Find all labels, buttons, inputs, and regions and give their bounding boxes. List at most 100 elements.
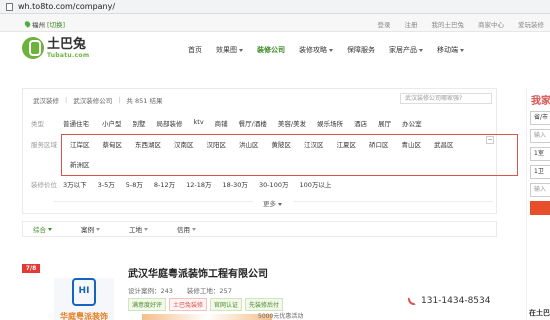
nav-item-label: 效果图	[216, 46, 237, 54]
nav-item-label: 装修攻略	[299, 46, 327, 54]
type-option[interactable]: 局部装修	[157, 118, 183, 128]
area-option[interactable]: 武昌区	[434, 139, 454, 149]
tag: 先装修后付	[245, 298, 284, 311]
type-option[interactable]: 办公室	[402, 118, 422, 128]
nav-item-label: 装修公司	[257, 46, 285, 54]
more-label: 更多	[263, 200, 276, 208]
price-option[interactable]: 18-30万	[223, 179, 248, 189]
company-phone[interactable]: 131-1434-8534	[408, 296, 490, 306]
price-option[interactable]: 5-8万	[126, 179, 143, 189]
browser-address-bar[interactable]: wh.to8to.com/company/	[0, 0, 550, 14]
breadcrumb-sep-icon: |	[65, 96, 68, 104]
nav-item-label: 首页	[188, 46, 202, 54]
site-logo[interactable]: 土巴兔 Tubatu.com	[22, 37, 89, 59]
nav-item[interactable]: 移动端	[437, 45, 464, 55]
price-option[interactable]: 100万以上	[299, 179, 331, 189]
price-option[interactable]: 12-18万	[186, 179, 211, 189]
app-link[interactable]: 爱玩装修	[518, 19, 544, 29]
area-option[interactable]: 洪山区	[239, 139, 259, 149]
nav-item[interactable]: 效果图	[216, 45, 243, 55]
area-option[interactable]: 江汉区	[304, 139, 324, 149]
area-option[interactable]: 蔡甸区	[103, 139, 123, 149]
sort-option[interactable]: 综合	[33, 224, 71, 234]
sort-option[interactable]: 工地	[129, 224, 167, 234]
sort-option-label: 工地	[129, 226, 142, 234]
logo-text-cn: 土巴兔	[47, 36, 87, 52]
type-option[interactable]: 展厅	[378, 118, 391, 128]
more-filters-button[interactable]: 更多	[263, 198, 283, 208]
register-link[interactable]: 注册	[405, 19, 418, 29]
switch-city-link[interactable]: [切换]	[47, 19, 65, 29]
breadcrumb-company[interactable]: 武汉装修公司	[73, 95, 112, 105]
company-logo[interactable]: HI 华庭粤派装饰	[54, 278, 114, 320]
url-text[interactable]: wh.to8to.com/company/	[18, 2, 115, 11]
price-option[interactable]: 3万以下	[63, 179, 87, 189]
nav-item[interactable]: 装修攻略	[299, 45, 333, 55]
price-option[interactable]: 3-5万	[98, 179, 115, 189]
city-select[interactable]: 省/市	[530, 111, 550, 125]
promo-banner	[142, 314, 272, 320]
login-link[interactable]: 登录	[378, 19, 391, 29]
nav-item[interactable]: 首页	[188, 45, 202, 55]
sort-option-label: 案例	[81, 226, 94, 234]
area-option[interactable]: 硚口区	[369, 139, 389, 149]
company-tags: 满意度好评 土巴兔装修 官网认证 先装修后付	[128, 298, 284, 311]
type-option[interactable]: 商铺	[215, 118, 228, 128]
tag: 土巴兔装修	[169, 298, 208, 311]
get-quote-button[interactable]	[530, 201, 550, 215]
merchant-center-link[interactable]: 商家中心	[478, 19, 504, 29]
type-option[interactable]: 普通住宅	[63, 118, 89, 128]
price-option[interactable]: 30-100万	[259, 179, 289, 189]
company-search-input[interactable]: 武汉装修公司哪家强?	[400, 93, 492, 104]
tag: 满意度好评	[128, 298, 167, 311]
design-cases-count: 设计案例：243	[128, 287, 173, 295]
phone-input[interactable]: 输入	[530, 183, 550, 197]
bath-select[interactable]: 1卫	[530, 165, 550, 179]
tag: 官网认证	[210, 298, 243, 311]
area-option[interactable]: 江夏区	[337, 139, 357, 149]
type-filter-label: 类型	[31, 120, 44, 128]
type-option[interactable]: 美容/美发	[278, 118, 306, 128]
area-option[interactable]: 黄陂区	[272, 139, 292, 149]
type-option[interactable]: 娱乐场所	[317, 118, 343, 128]
sidebar-footer: 在土巴兔	[529, 309, 550, 317]
area-input[interactable]: 输入	[530, 129, 550, 143]
type-option[interactable]: ktv	[194, 118, 204, 128]
nav-item[interactable]: 家居产品	[389, 45, 423, 55]
area-option[interactable]: 江岸区	[70, 139, 90, 149]
sort-option[interactable]: 信用	[177, 224, 215, 234]
type-options: 普通住宅 小户型 别墅 局部装修 ktv 商铺 餐厅/酒楼 美容/美发 娱乐场所 酒店 展厅 办公室	[63, 118, 433, 128]
divider	[293, 201, 493, 202]
type-option[interactable]: 酒店	[354, 118, 367, 128]
area-option[interactable]: 汉南区	[174, 139, 194, 149]
company-card[interactable]: 7/8 HI 华庭粤派装饰 武汉华庭粤派装饰工程有限公司 设计案例：243 装修…	[22, 256, 497, 320]
area-option[interactable]: 东西湖区	[135, 139, 161, 149]
price-options: 3万以下 3-5万 5-8万 8-12万 12-18万 18-30万 30-100万 100万…	[63, 179, 342, 189]
company-name[interactable]: 武汉华庭粤派装饰工程有限公司	[128, 265, 268, 280]
sites-count: 装修工地：257	[186, 287, 232, 295]
chevron-down-icon	[278, 203, 283, 206]
nav-item[interactable]: 装修公司	[257, 45, 285, 55]
price-option[interactable]: 8-12万	[154, 179, 175, 189]
my-account-link[interactable]: 我的土巴兔	[432, 19, 465, 29]
sort-caret-icon	[48, 227, 52, 231]
city-selector[interactable]: 福州 [切换]	[23, 19, 65, 29]
page-icon	[6, 2, 13, 11]
type-option[interactable]: 餐厅/酒楼	[239, 118, 267, 128]
type-filter-row: 类型 普通住宅 小户型 别墅 局部装修 ktv 商铺 餐厅/酒楼 美容/美发 娱乐场所 酒店 展厅 办…	[23, 118, 498, 128]
type-option[interactable]: 小户型	[102, 118, 122, 128]
breadcrumb-home[interactable]: 武汉装修	[33, 95, 59, 105]
nav-item[interactable]: 保障服务	[347, 45, 375, 55]
room-select[interactable]: 1室	[530, 147, 550, 161]
breadcrumb: 武汉装修 | 武汉装修公司 | 共 851 结果	[33, 95, 162, 105]
area-option[interactable]: 新洲区	[70, 159, 90, 169]
nav-item-label: 家居产品	[389, 46, 417, 54]
nav-item-label: 保障服务	[347, 46, 375, 54]
collapse-areas-button[interactable]: −	[486, 136, 494, 144]
sort-option[interactable]: 案例	[81, 224, 119, 234]
area-option[interactable]: 汉阳区	[207, 139, 227, 149]
sort-caret-icon	[192, 227, 196, 231]
area-option[interactable]: 青山区	[402, 139, 422, 149]
type-option[interactable]: 别墅	[133, 118, 146, 128]
result-count: 共 851 结果	[126, 97, 163, 105]
